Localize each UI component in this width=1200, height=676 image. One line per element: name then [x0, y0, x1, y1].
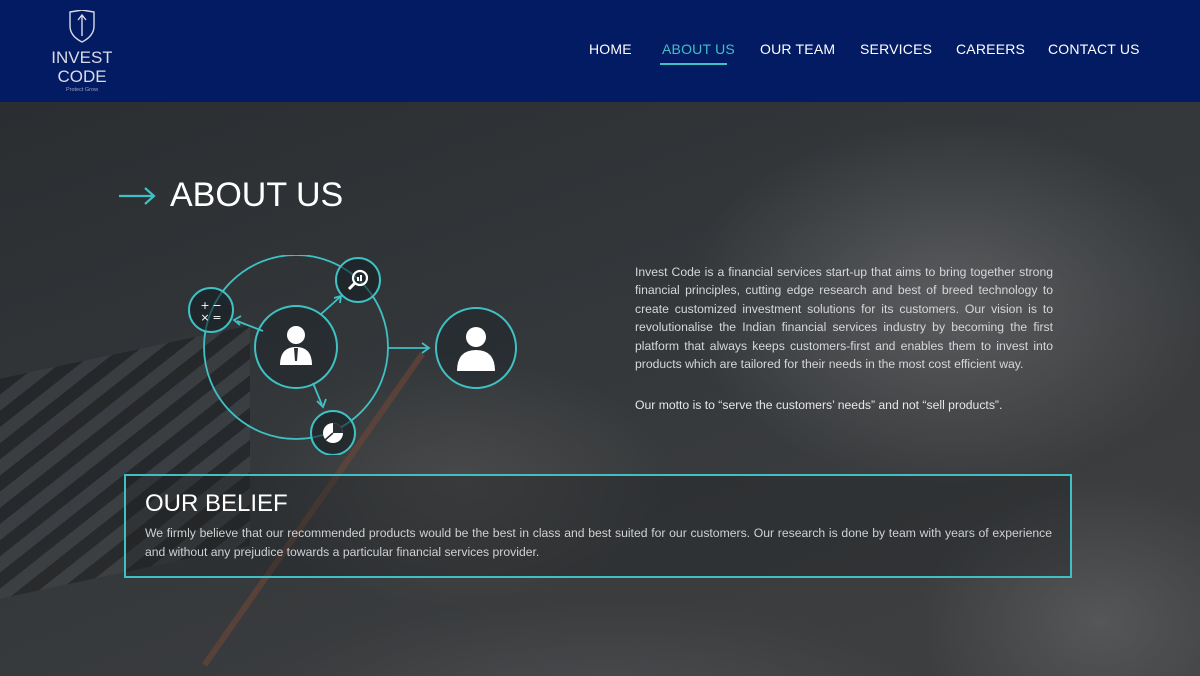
- about-paragraph: Invest Code is a financial services star…: [635, 265, 1053, 372]
- belief-title: OUR BELIEF: [145, 490, 288, 517]
- nav-our-team[interactable]: OUR TEAM: [760, 41, 835, 57]
- logo-tagline: Protect Grow: [66, 87, 98, 93]
- businessman-icon: [254, 305, 338, 389]
- magnifier-chart-icon: [335, 257, 381, 303]
- arrow-right-icon: [119, 187, 156, 205]
- about-motto: Our motto is to “serve the customers’ ne…: [635, 398, 1003, 412]
- active-nav-underline: [660, 63, 727, 65]
- belief-text: We firmly believe that our recommended p…: [145, 526, 1052, 559]
- nav-careers[interactable]: CAREERS: [956, 41, 1025, 57]
- service-diagram: + − × =: [188, 255, 517, 455]
- nav-home[interactable]: HOME: [589, 41, 632, 57]
- nav-contact-us[interactable]: CONTACT US: [1048, 41, 1140, 57]
- nav-about-us[interactable]: ABOUT US: [662, 41, 735, 57]
- our-belief-box: OUR BELIEF We firmly believe that our re…: [124, 474, 1072, 578]
- pie-chart-icon: [310, 410, 356, 455]
- nav-services[interactable]: SERVICES: [860, 41, 932, 57]
- site-header: INVEST CODE Protect Grow HOME ABOUT US O…: [0, 0, 1200, 102]
- svg-text:×: ×: [200, 311, 209, 324]
- customer-icon: [435, 307, 517, 389]
- about-title: ABOUT US: [170, 176, 344, 214]
- calculator-icon: + − × =: [188, 287, 234, 333]
- main-nav: HOME ABOUT US OUR TEAM SERVICES CAREERS …: [0, 41, 1200, 71]
- svg-text:=: =: [212, 311, 221, 324]
